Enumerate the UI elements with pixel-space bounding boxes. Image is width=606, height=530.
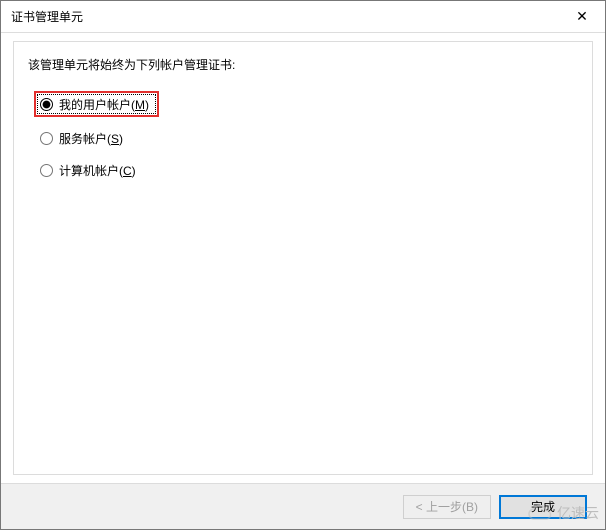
content-panel: 该管理单元将始终为下列帐户管理证书: 我的用户帐户(M) 服务帐户(S) 计算机…	[13, 41, 593, 475]
back-button[interactable]: < 上一步(B)	[403, 495, 491, 519]
dialog-footer: < 上一步(B) 完成	[1, 483, 605, 529]
window-title: 证书管理单元	[11, 8, 83, 25]
radio-my-user-account[interactable]: 我的用户帐户(M)	[34, 91, 159, 117]
instruction-text: 该管理单元将始终为下列帐户管理证书:	[28, 56, 578, 73]
radio-my-user-input[interactable]	[40, 98, 53, 111]
radio-computer-label: 计算机帐户(C)	[59, 162, 136, 179]
close-button[interactable]: ✕	[559, 1, 605, 33]
radio-service-label: 服务帐户(S)	[59, 130, 123, 147]
radio-service-account[interactable]: 服务帐户(S)	[36, 127, 127, 149]
close-icon: ✕	[576, 8, 588, 25]
radio-computer-account[interactable]: 计算机帐户(C)	[36, 159, 140, 181]
radio-my-user-label: 我的用户帐户(M)	[59, 96, 149, 113]
finish-button[interactable]: 完成	[499, 495, 587, 519]
radio-service-input[interactable]	[40, 132, 53, 145]
titlebar: 证书管理单元 ✕	[1, 1, 605, 33]
account-radio-group: 我的用户帐户(M) 服务帐户(S) 计算机帐户(C)	[28, 91, 578, 181]
radio-computer-input[interactable]	[40, 164, 53, 177]
